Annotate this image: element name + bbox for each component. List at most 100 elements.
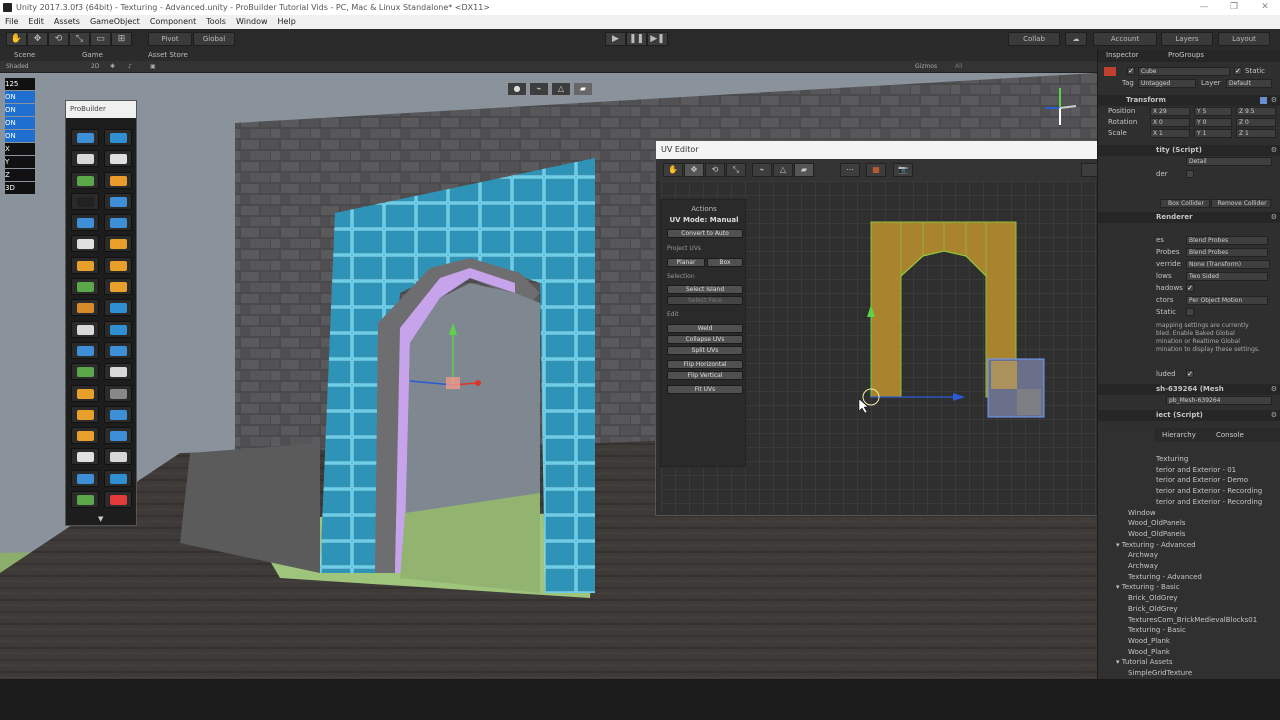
hierarchy-item[interactable]: terior and Exterior - Recording <box>1156 486 1262 497</box>
collider-checkbox[interactable] <box>1186 170 1194 178</box>
menu-tools[interactable]: Tools <box>201 15 231 29</box>
gizmos-dropdown[interactable]: Gizmos <box>915 61 937 73</box>
uv-move-icon[interactable]: ✥ <box>684 163 704 177</box>
probuilder-tool-button[interactable] <box>71 405 99 423</box>
anchor-override-field[interactable]: None (Transform) <box>1186 260 1270 269</box>
global-toggle[interactable]: Global <box>193 32 235 46</box>
probuilder-tool-button[interactable] <box>71 192 99 210</box>
close-window-button[interactable]: ✕ <box>1250 0 1280 15</box>
tab-hierarchy[interactable]: Hierarchy <box>1162 428 1196 442</box>
position-y-field[interactable]: Y 5 <box>1194 107 1232 116</box>
probuilder-tool-button[interactable] <box>104 405 132 423</box>
probuilder-tool-button[interactable] <box>104 235 132 253</box>
tag-dropdown[interactable]: Untagged <box>1138 79 1196 88</box>
probuilder-tool-button[interactable] <box>71 299 99 317</box>
select-face-button[interactable]: Select Face <box>667 296 743 305</box>
transform-tool-icon[interactable]: ⊞ <box>111 32 132 46</box>
motion-vectors-dropdown[interactable]: Per Object Motion <box>1186 296 1268 305</box>
box-collider-button[interactable]: Box Collider <box>1160 199 1210 208</box>
renderer-header[interactable]: Renderer ⚙ <box>1098 212 1280 223</box>
hierarchy-item[interactable]: Wood_OldPanels <box>1128 518 1185 529</box>
layers-dropdown[interactable]: Layers <box>1161 32 1213 46</box>
scale-y-field[interactable]: Y 1 <box>1194 129 1232 138</box>
minimize-button[interactable]: — <box>1189 0 1219 15</box>
entity-gear-icon[interactable]: ⚙ <box>1271 145 1277 156</box>
hierarchy-item[interactable]: Wood_Plank <box>1128 636 1170 647</box>
rotation-z-field[interactable]: Z 0 <box>1236 118 1276 127</box>
stat-toggle-2[interactable]: ON <box>5 104 35 116</box>
probuilder-tool-button[interactable] <box>104 129 132 146</box>
static-checkbox[interactable]: ✓ <box>1234 67 1242 75</box>
remove-collider-button[interactable]: Remove Collider <box>1211 199 1271 208</box>
layout-dropdown[interactable]: Layout <box>1218 32 1270 46</box>
probuilder-tool-button[interactable] <box>104 171 132 189</box>
split-uvs-button[interactable]: Split UVs <box>667 346 743 355</box>
layer-dropdown[interactable]: Default <box>1226 79 1272 88</box>
probuilder-tool-button[interactable] <box>71 171 99 189</box>
hand-tool-icon[interactable]: ✋ <box>6 32 27 46</box>
probuilder-tool-button[interactable] <box>104 299 132 317</box>
entity-script-header[interactable]: tity (Script) ⚙ <box>1098 145 1280 156</box>
edge-mode-icon[interactable]: △ <box>552 83 570 95</box>
move-tool-icon[interactable]: ✥ <box>27 32 48 46</box>
hierarchy-item[interactable]: terior and Exterior - 01 <box>1156 465 1236 476</box>
rotation-y-field[interactable]: Y 0 <box>1194 118 1232 127</box>
rotation-x-field[interactable]: X 0 <box>1150 118 1190 127</box>
hierarchy-item[interactable]: Wood_OldPanels <box>1128 529 1185 540</box>
hierarchy-item[interactable]: Archway <box>1128 550 1158 561</box>
hierarchy-item[interactable]: ▾ Texturing - Advanced <box>1116 540 1196 551</box>
scale-tool-icon[interactable]: ⤡ <box>69 32 90 46</box>
scene-search-input[interactable]: All <box>955 61 962 73</box>
scroll-down-icon[interactable]: ▼ <box>98 515 103 523</box>
probuilder-tool-button[interactable] <box>104 192 132 210</box>
probuilder-tool-button[interactable] <box>71 384 99 402</box>
uv-face-icon[interactable]: ▰ <box>794 163 814 177</box>
probuilder-tool-button[interactable] <box>71 341 99 359</box>
hierarchy-item[interactable]: terior and Exterior - Recording <box>1156 497 1262 508</box>
scale-x-field[interactable]: X 1 <box>1150 129 1190 138</box>
hierarchy-item[interactable]: SimpleGridTexture <box>1128 668 1192 679</box>
tab-progroups[interactable]: ProGroups <box>1168 50 1204 61</box>
convert-to-auto-button[interactable]: Convert to Auto <box>667 229 743 238</box>
hierarchy-item[interactable]: terior and Exterior - Demo <box>1156 475 1248 486</box>
object-script-header[interactable]: iect (Script) ⚙ <box>1098 410 1280 421</box>
hierarchy-item[interactable]: Texturing <box>1156 454 1188 465</box>
entity-type-dropdown[interactable]: Detail <box>1186 157 1272 166</box>
maximize-button[interactable]: ❐ <box>1219 0 1249 15</box>
transform-header[interactable]: Transform ⚙ <box>1098 95 1280 106</box>
probuilder-tool-button[interactable] <box>104 341 132 359</box>
planar-button[interactable]: Planar <box>667 258 705 267</box>
object-name-field[interactable]: Cube <box>1138 67 1230 76</box>
stat-toggle-4[interactable]: ON <box>5 130 35 142</box>
effects-icon[interactable]: ▣ <box>150 61 156 73</box>
hierarchy-item[interactable]: Window <box>1128 508 1156 519</box>
tab-console[interactable]: Console <box>1216 428 1244 442</box>
face-mode-icon[interactable]: ▰ <box>574 83 592 95</box>
probuilder-tool-button[interactable] <box>71 448 99 466</box>
vertex-mode-icon[interactable]: ⌁ <box>530 83 548 95</box>
help-icon[interactable] <box>1260 97 1267 104</box>
hierarchy-item[interactable]: Texturing - Basic <box>1128 625 1186 636</box>
uv-hand-icon[interactable]: ✋ <box>663 163 683 177</box>
object-script-gear-icon[interactable]: ⚙ <box>1271 410 1277 421</box>
cast-shadows-dropdown[interactable]: Two Sided <box>1186 272 1268 281</box>
settings-gear-icon[interactable]: ⚙ <box>1271 95 1277 106</box>
uv-edge-icon[interactable]: △ <box>773 163 793 177</box>
hierarchy-item[interactable]: ▾ Tutorial Assets <box>1116 657 1172 668</box>
probuilder-tool-button[interactable] <box>71 278 99 296</box>
menu-help[interactable]: Help <box>273 15 301 29</box>
uv-vertex-icon[interactable]: ⌁ <box>752 163 772 177</box>
pause-button[interactable]: ❚❚ <box>626 32 647 46</box>
active-checkbox[interactable]: ✓ <box>1127 67 1135 75</box>
hierarchy-item[interactable]: ▾ Texturing - Basic <box>1116 582 1180 593</box>
stat-toggle-1[interactable]: ON <box>5 91 35 103</box>
2d-toggle[interactable]: 2D <box>91 61 99 73</box>
scale-z-field[interactable]: Z 1 <box>1236 129 1276 138</box>
probuilder-tool-button[interactable] <box>71 320 99 338</box>
probuilder-tool-button[interactable] <box>71 235 99 253</box>
probuilder-tool-button[interactable] <box>71 491 99 509</box>
probuilder-tool-button[interactable] <box>71 150 99 168</box>
audio-icon[interactable]: ♪ <box>128 61 132 73</box>
collapse-uvs-button[interactable]: Collapse UVs <box>667 335 743 344</box>
probuilder-tool-button[interactable] <box>71 256 99 274</box>
